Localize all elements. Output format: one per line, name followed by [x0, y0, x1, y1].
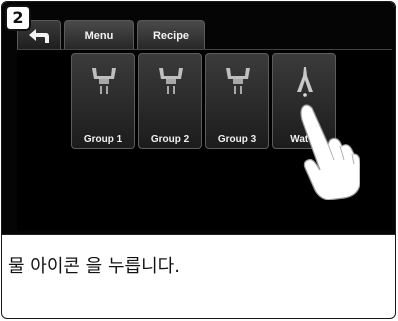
tile-label: Group 2: [150, 134, 190, 145]
group-head-icon: [159, 68, 183, 94]
tab-recipe[interactable]: Recipe: [137, 20, 205, 50]
device-screen: 2 Menu Recipe Group 1 Group 2 Group 3 Wa…: [2, 2, 395, 235]
instruction-text: 물 아이콘 을 누릅니다.: [8, 256, 180, 277]
group-head-icon: [226, 68, 250, 94]
group-2-button[interactable]: Group 2: [138, 53, 202, 149]
instruction-card: 2 Menu Recipe Group 1 Group 2 Group 3 Wa…: [1, 1, 396, 319]
tile-label: Group 3: [217, 134, 257, 145]
tab-menu[interactable]: Menu: [64, 20, 134, 50]
water-tap-icon: [297, 67, 313, 97]
pointing-hand-icon: [300, 104, 360, 200]
step-number-badge: 2: [5, 5, 31, 31]
group-1-button[interactable]: Group 1: [71, 53, 135, 149]
group-head-icon: [92, 68, 116, 94]
group-3-button[interactable]: Group 3: [205, 53, 269, 149]
tile-label: Group 1: [83, 134, 123, 145]
